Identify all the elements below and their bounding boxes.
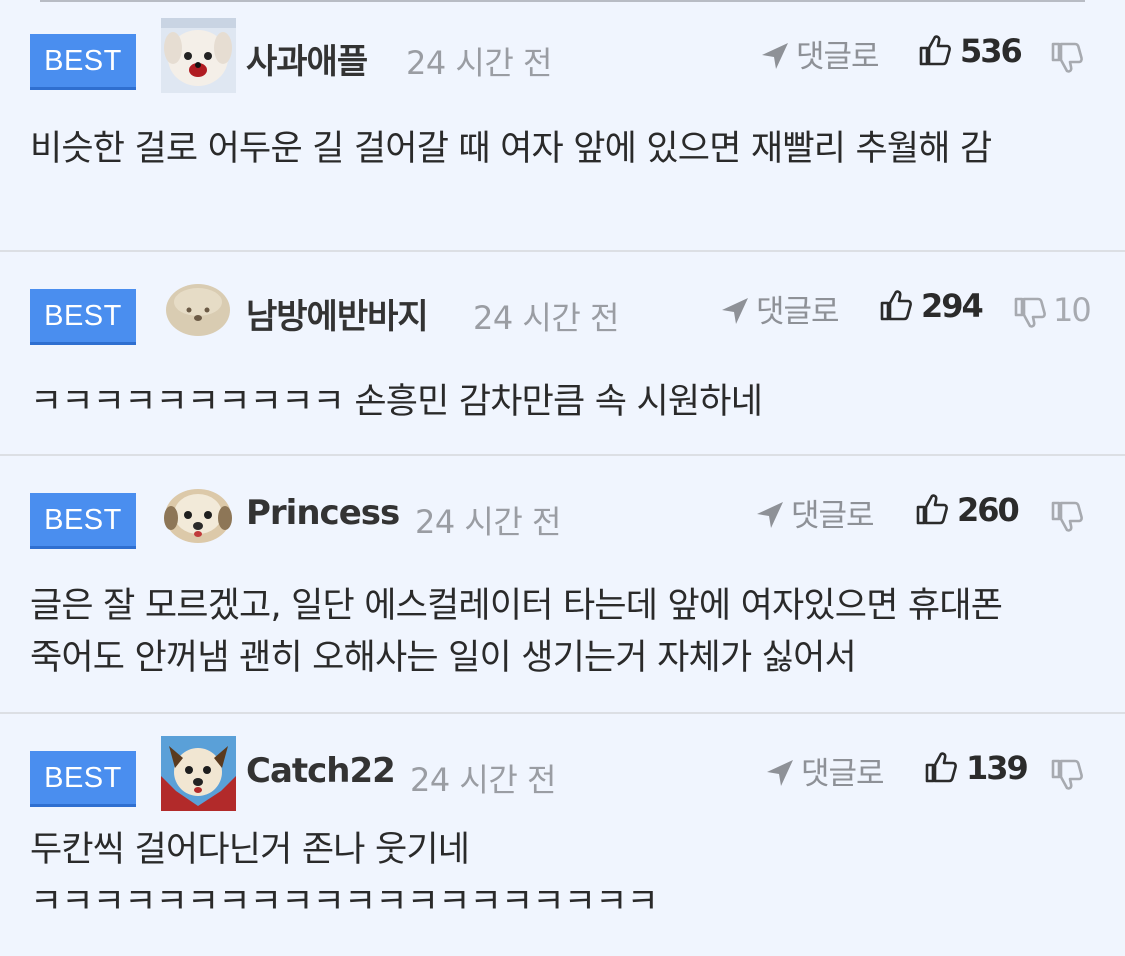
reply-label: 댓글로 [801,756,885,792]
like-count: 536 [960,32,1023,70]
like-button[interactable]: 294 [879,287,984,325]
send-arrow-icon [767,760,793,786]
best-badge: BEST [30,493,136,549]
thumbs-down-icon [1051,759,1083,790]
comment-item: BEST Princess 24 시간 전 댓글로 260 글은 잘 모르겠고,… [0,456,1125,714]
dislike-button[interactable] [1050,495,1090,534]
comment-item: BEST 사과애플 24 시간 전 댓글로 536 비슷한 걸로 어두운 길 걸… [0,0,1125,252]
author-name[interactable]: Catch22 [246,751,396,791]
best-badge: BEST [30,751,136,807]
dislike-button[interactable]: 10 [1013,291,1092,330]
comment-text: 글은 잘 모르겠고, 일단 에스컬레이터 타는데 앞에 여자있으면 휴대폰 죽어… [30,586,1003,678]
timestamp: 24 시간 전 [410,761,556,799]
timestamp: 24 시간 전 [406,44,552,82]
thumbs-down-icon [1051,42,1083,73]
like-button[interactable]: 139 [924,749,1029,787]
avatar[interactable] [161,18,236,93]
send-arrow-icon [762,43,788,69]
reply-button[interactable]: 댓글로 [755,490,875,535]
like-count: 294 [921,287,984,325]
like-button[interactable]: 536 [918,32,1023,70]
thumbs-down-icon [1051,501,1083,532]
avatar[interactable] [161,478,236,553]
author-name[interactable]: 남방에반바지 [246,289,429,338]
dislike-button[interactable] [1050,753,1090,792]
send-arrow-icon [722,298,748,324]
reply-button[interactable]: 댓글로 [720,286,840,331]
comment-text: 두칸씩 걸어다닌거 존나 웃기네 ㅋㅋㅋㅋㅋㅋㅋㅋㅋㅋㅋㅋㅋㅋㅋㅋㅋㅋㅋㅋ [30,830,659,922]
thumbs-up-icon [919,35,951,66]
thumbs-up-icon [880,290,912,321]
dislike-count: 10 [1053,291,1092,329]
reply-button[interactable]: 댓글로 [765,748,885,793]
comment-list: BEST 사과애플 24 시간 전 댓글로 536 비슷한 걸로 어두운 길 걸… [0,0,1125,956]
timestamp: 24 시간 전 [415,503,561,541]
avatar[interactable] [161,272,236,347]
like-count: 260 [957,491,1020,529]
author-name[interactable]: 사과애플 [246,34,368,83]
avatar[interactable] [161,736,236,811]
send-arrow-icon [757,502,783,528]
comment-text: 비슷한 걸로 어두운 길 걸어갈 때 여자 앞에 있으면 재빨리 추월해 감 [30,129,992,169]
best-badge: BEST [30,34,136,90]
reply-label: 댓글로 [791,498,875,534]
reply-label: 댓글로 [796,39,880,75]
best-badge: BEST [30,289,136,345]
reply-label: 댓글로 [756,294,840,330]
timestamp: 24 시간 전 [473,299,619,337]
thumbs-up-icon [916,494,948,525]
comment-item: BEST Catch22 24 시간 전 댓글로 139 두칸씩 걸어다닌거 존… [0,714,1125,956]
reply-button[interactable]: 댓글로 [760,31,880,76]
comment-item: BEST 남방에반바지 24 시간 전 댓글로 294 10 ㅋㅋㅋㅋㅋㅋㅋㅋㅋ… [0,252,1125,456]
thumbs-down-icon [1014,297,1046,328]
comment-text: ㅋㅋㅋㅋㅋㅋㅋㅋㅋㅋ 손흥민 감차만큼 속 시원하네 [30,382,763,422]
like-count: 139 [966,749,1029,787]
dislike-button[interactable] [1050,36,1090,75]
thumbs-up-icon [925,752,957,783]
like-button[interactable]: 260 [915,491,1020,529]
author-name[interactable]: Princess [246,493,400,533]
